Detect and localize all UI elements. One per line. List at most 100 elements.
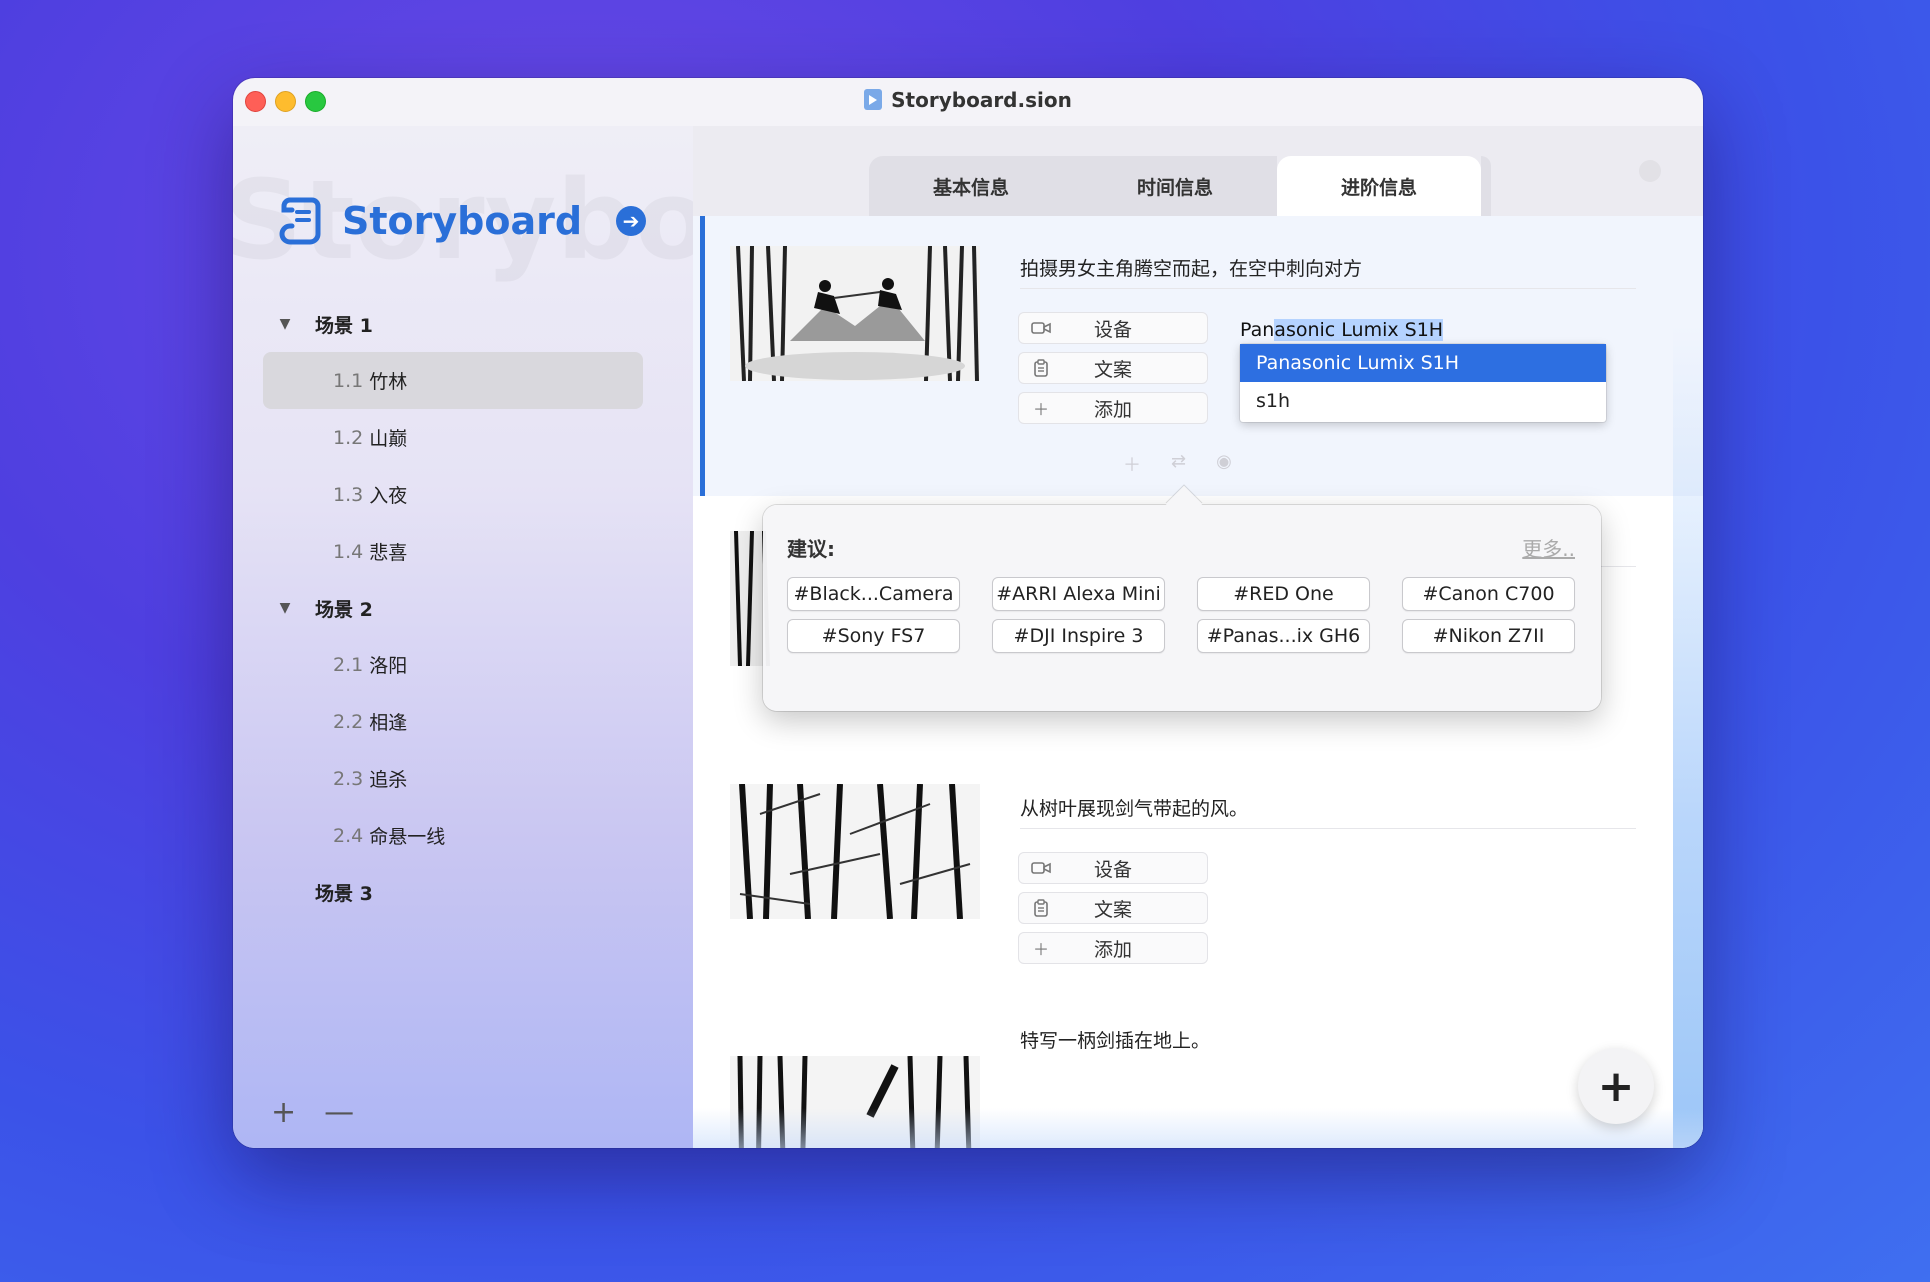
suggestions-popover: 建议: 更多.. #Black...Camera #ARRI Alexa Min… xyxy=(763,485,1601,711)
device-label: 设备 xyxy=(1093,858,1132,881)
device-value-text: Pan xyxy=(1240,319,1275,341)
remove-scene-button[interactable]: — xyxy=(324,1095,354,1130)
shot-item-2-2[interactable]: 2.2 相逢 xyxy=(263,693,643,750)
document-icon xyxy=(864,89,883,110)
shot-card-1[interactable]: 拍摄男女主角腾空而起，在空中刺向对方 设备 文案 ＋ 添加 Panasonic L… xyxy=(693,216,1703,496)
tab-bar: 基本信息 时间信息 进阶信息 xyxy=(693,126,1703,216)
shot-number: 1.1 xyxy=(333,369,364,392)
app-logo: Storyboard ➔ xyxy=(278,194,647,248)
shot-name: 入夜 xyxy=(369,485,408,507)
shot-description[interactable]: 特写一柄剑插在地上。 xyxy=(1020,1026,1210,1053)
scene-tree: ▼ 场景 1 1.1 竹林 1.2 山巅 1.3 入夜 1.4 悲喜 ▼ 场景 … xyxy=(263,296,643,920)
scene-label: 场景 2 xyxy=(315,598,373,621)
add-property-button[interactable]: ＋ 添加 xyxy=(1018,932,1208,964)
shot-item-2-3[interactable]: 2.3 追杀 xyxy=(263,750,643,807)
device-button[interactable]: 设备 xyxy=(1018,312,1208,344)
shot-item-2-1[interactable]: 2.1 洛阳 xyxy=(263,636,643,693)
plus-icon: ＋ xyxy=(1032,400,1049,419)
plus-icon[interactable]: ＋ xyxy=(1123,451,1141,477)
clipboard-icon xyxy=(1019,359,1063,377)
shot-name: 追杀 xyxy=(369,769,408,791)
suggestion-chip[interactable]: #Nikon Z7II xyxy=(1402,619,1575,653)
suggestion-chips: #Black...Camera #ARRI Alexa Mini #RED On… xyxy=(787,577,1587,653)
autocomplete-option[interactable]: Panasonic Lumix S1H xyxy=(1240,344,1606,382)
shot-name: 命悬一线 xyxy=(369,826,446,848)
suggestion-chip[interactable]: #Panas...ix GH6 xyxy=(1197,619,1370,653)
shot-thumbnail-3[interactable] xyxy=(730,784,980,919)
suggestion-chip[interactable]: #Canon C700 xyxy=(1402,577,1575,611)
suggestions-title: 建议: xyxy=(787,537,835,561)
copy-label: 文案 xyxy=(1093,898,1132,921)
shot-card-3[interactable]: 从树叶展现剑气带起的风。 设备 文案 ＋ 添加 xyxy=(693,756,1703,1016)
tab-time-info[interactable]: 时间信息 xyxy=(1073,156,1277,216)
sidebar: Storyboard Storyboard ➔ ▼ 场景 1 1.1 竹林 xyxy=(233,126,918,1148)
shot-name: 山巅 xyxy=(369,428,408,450)
more-suggestions-link[interactable]: 更多.. xyxy=(1522,533,1575,562)
tab-basic-info[interactable]: 基本信息 xyxy=(869,156,1073,216)
shot-number: 2.4 xyxy=(333,824,364,847)
shot-item-2-4[interactable]: 2.4 命悬一线 xyxy=(263,807,643,864)
scene-label: 场景 1 xyxy=(315,314,373,337)
copy-button[interactable]: 文案 xyxy=(1018,892,1208,924)
shot-mini-actions: ＋ ⇄ ◉ xyxy=(1123,451,1232,477)
shot-name: 竹林 xyxy=(369,371,408,393)
main-bottom-fade xyxy=(693,1108,1703,1148)
shot-description[interactable]: 拍摄男女主角腾空而起，在空中刺向对方 xyxy=(1020,254,1362,281)
add-scene-button[interactable]: + xyxy=(271,1095,296,1130)
shot-item-1-1[interactable]: 1.1 竹林 xyxy=(263,352,643,409)
main-edge-gradient xyxy=(1673,326,1703,1148)
device-value-selection: asonic Lumix S1H xyxy=(1274,319,1444,341)
description-divider xyxy=(1020,828,1636,829)
plus-icon: ＋ xyxy=(1032,940,1049,959)
status-dot-icon xyxy=(1639,160,1661,182)
storyboard-logo-icon xyxy=(278,196,322,246)
shot-item-1-4[interactable]: 1.4 悲喜 xyxy=(263,523,643,580)
scene-item-3[interactable]: 场景 3 xyxy=(263,864,643,920)
window-title: Storyboard.sion xyxy=(233,88,1703,112)
shot-description[interactable]: 从树叶展现剑气带起的风。 xyxy=(1020,794,1248,821)
add-shot-button[interactable]: + xyxy=(1578,1048,1654,1124)
eye-icon[interactable]: ◉ xyxy=(1216,451,1232,477)
shot-thumbnail-1[interactable] xyxy=(730,246,980,381)
tab-advanced-info[interactable]: 进阶信息 xyxy=(1277,156,1481,216)
shot-number: 1.3 xyxy=(333,483,364,506)
device-value-input[interactable]: Panasonic Lumix S1H xyxy=(1240,319,1444,341)
chevron-down-icon[interactable]: ▼ xyxy=(273,316,297,332)
title-bar: Storyboard.sion xyxy=(233,78,1703,126)
copy-button[interactable]: 文案 xyxy=(1018,352,1208,384)
suggestion-chip[interactable]: #DJI Inspire 3 xyxy=(992,619,1165,653)
add-property-button[interactable]: ＋ 添加 xyxy=(1018,392,1208,424)
shot-item-1-2[interactable]: 1.2 山巅 xyxy=(263,409,643,466)
scene-label: 场景 3 xyxy=(315,882,373,905)
scene-item-1[interactable]: ▼ 场景 1 xyxy=(263,296,643,352)
suggestion-chip[interactable]: #Sony FS7 xyxy=(787,619,960,653)
shot-name: 洛阳 xyxy=(369,655,408,677)
suggestion-chip[interactable]: #Black...Camera xyxy=(787,577,960,611)
arrow-right-circle-icon[interactable]: ➔ xyxy=(616,206,647,236)
shot-number: 2.1 xyxy=(333,653,364,676)
device-label: 设备 xyxy=(1093,318,1132,341)
shot-number: 1.2 xyxy=(333,426,364,449)
shot-number: 2.2 xyxy=(333,710,364,733)
autocomplete-option[interactable]: s1h xyxy=(1240,382,1606,420)
video-camera-icon xyxy=(1019,321,1063,335)
shot-number: 1.4 xyxy=(333,540,364,563)
shot-item-1-3[interactable]: 1.3 入夜 xyxy=(263,466,643,523)
swap-icon[interactable]: ⇄ xyxy=(1171,451,1186,477)
add-label: 添加 xyxy=(1093,938,1132,961)
description-divider xyxy=(1020,288,1636,289)
app-name: Storyboard xyxy=(342,199,583,243)
shot-number: 2.3 xyxy=(333,767,364,790)
autocomplete-dropdown: Panasonic Lumix S1H s1h xyxy=(1240,344,1606,422)
suggestion-chip[interactable]: #ARRI Alexa Mini xyxy=(992,577,1165,611)
suggestion-chip[interactable]: #RED One xyxy=(1197,577,1370,611)
window-title-text: Storyboard.sion xyxy=(891,88,1072,112)
tab-bar-end xyxy=(1481,156,1491,216)
shot-name: 相逢 xyxy=(369,712,408,734)
chevron-down-icon[interactable]: ▼ xyxy=(273,600,297,616)
scene-item-2[interactable]: ▼ 场景 2 xyxy=(263,580,643,636)
clipboard-icon xyxy=(1019,899,1063,917)
device-button[interactable]: 设备 xyxy=(1018,852,1208,884)
active-indicator xyxy=(700,216,705,496)
add-label: 添加 xyxy=(1093,398,1132,421)
